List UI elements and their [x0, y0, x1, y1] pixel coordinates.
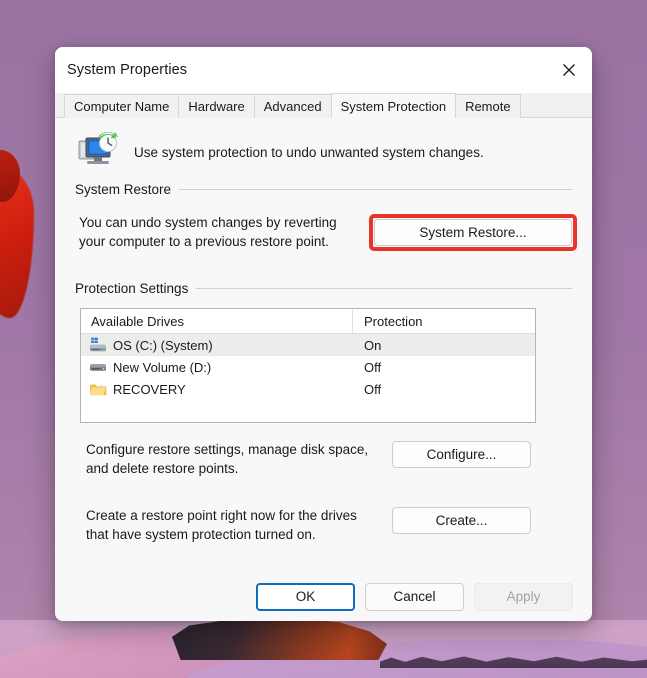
drive-name: RECOVERY: [113, 381, 186, 397]
create-button-wrap: Create...: [392, 506, 531, 534]
column-header-available-drives[interactable]: Available Drives: [81, 309, 353, 334]
create-row: Create a restore point right now for the…: [69, 506, 578, 544]
ok-button[interactable]: OK: [256, 582, 355, 611]
highlight-annotation: System Restore...: [369, 213, 577, 251]
protection-status: On: [364, 337, 382, 353]
column-header-protection[interactable]: Protection: [353, 309, 535, 333]
drive-cell: RECOVERY: [81, 381, 353, 397]
create-description: Create a restore point right now for the…: [86, 507, 357, 542]
close-icon: [562, 63, 576, 77]
dialog-footer: OK Cancel Apply: [55, 572, 592, 621]
drive-name: New Volume (D:): [113, 359, 212, 375]
tab-system-protection[interactable]: System Protection: [330, 93, 457, 119]
tab-label: System Protection: [340, 98, 447, 114]
button-label: Apply: [506, 589, 541, 604]
column-header-label: Protection: [364, 313, 423, 329]
group-label: Protection Settings: [75, 281, 189, 297]
system-restore-row: You can undo system changes by reverting…: [69, 197, 578, 251]
protection-settings-section: Protection Settings Available Drives Pro…: [69, 281, 578, 544]
button-label: Configure...: [426, 447, 497, 463]
system-properties-dialog: System Properties Computer Name Hardware…: [55, 47, 592, 621]
table-row[interactable]: RECOVERY Off: [81, 378, 535, 400]
table-row[interactable]: OS (C:) (System) On: [81, 334, 535, 357]
button-label: System Restore...: [419, 224, 527, 240]
configure-button[interactable]: Configure...: [392, 441, 531, 469]
folder-icon: [89, 381, 107, 397]
available-drives-table[interactable]: Available Drives Protection OS (C:) (Sys…: [80, 308, 536, 424]
tab-label: Remote: [465, 99, 511, 114]
button-label: OK: [295, 589, 316, 604]
drive-cell: New Volume (D:): [81, 359, 353, 375]
system-protection-icon: [77, 131, 119, 172]
tab-label: Computer Name: [74, 99, 170, 114]
group-divider: [196, 288, 572, 290]
column-header-label: Available Drives: [91, 313, 184, 329]
protection-status: Off: [364, 359, 382, 375]
group-divider: [179, 189, 572, 190]
system-restore-description: You can undo system changes by reverting…: [79, 215, 337, 250]
apply-button: Apply: [474, 582, 573, 611]
tab-label: Hardware: [188, 99, 245, 114]
tab-label: Advanced: [263, 99, 322, 114]
group-header-protection-settings: Protection Settings: [69, 281, 578, 296]
button-label: Create...: [435, 512, 488, 528]
drive-name: OS (C:) (System): [113, 337, 213, 353]
configure-description: Configure restore settings, manage disk …: [86, 442, 369, 477]
close-button[interactable]: [546, 47, 592, 93]
configure-button-wrap: Configure...: [392, 440, 531, 469]
tab-computer-name[interactable]: Computer Name: [64, 94, 180, 118]
protection-status: Off: [364, 381, 382, 397]
protection-header-row: Use system protection to undo unwanted s…: [69, 118, 578, 182]
system-restore-button[interactable]: System Restore...: [374, 218, 572, 246]
table-header-row: Available Drives Protection: [81, 309, 535, 335]
button-label: Cancel: [393, 589, 436, 604]
tab-hardware[interactable]: Hardware: [178, 94, 255, 118]
dialog-title: System Properties: [67, 62, 188, 78]
hard-drive-icon: [89, 359, 107, 375]
tab-content-system-protection: Use system protection to undo unwanted s…: [55, 118, 592, 572]
tab-remote[interactable]: Remote: [455, 94, 521, 118]
create-button[interactable]: Create...: [392, 506, 531, 534]
group-label: System Restore: [75, 182, 172, 197]
group-header-system-restore: System Restore: [69, 182, 578, 197]
system-drive-icon: [89, 337, 107, 353]
drive-cell: OS (C:) (System): [81, 337, 353, 353]
desktop-background: System Properties Computer Name Hardware…: [0, 0, 647, 678]
dialog-titlebar: System Properties: [55, 47, 592, 93]
table-row[interactable]: New Volume (D:) Off: [81, 356, 535, 378]
tab-advanced[interactable]: Advanced: [253, 94, 332, 118]
table-empty-space: [81, 400, 535, 422]
cancel-button[interactable]: Cancel: [365, 582, 464, 611]
configure-row: Configure restore settings, manage disk …: [69, 440, 578, 478]
protection-description: Use system protection to undo unwanted s…: [134, 144, 484, 160]
tab-strip: Computer Name Hardware Advanced System P…: [55, 93, 592, 119]
